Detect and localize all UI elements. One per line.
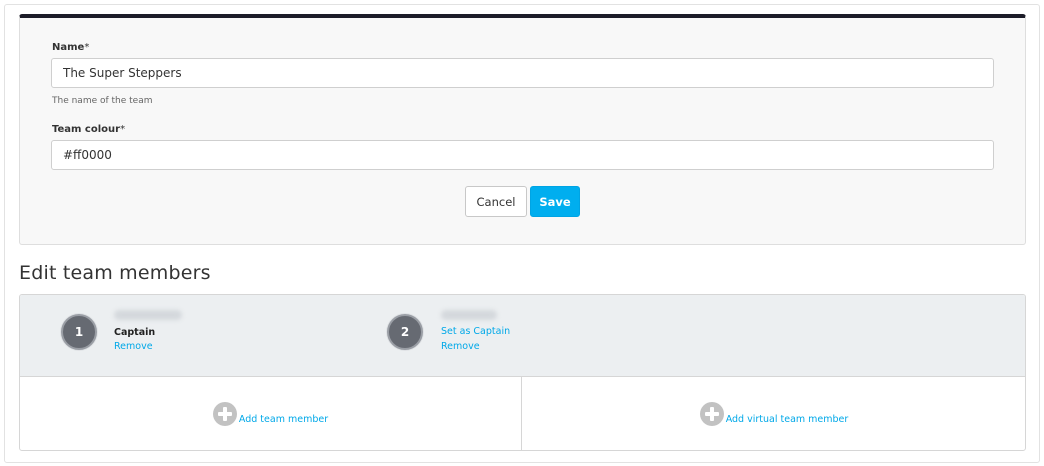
member-card: 2 Set as Captain Remove (387, 295, 687, 377)
member-card: 1 Captain Remove (61, 295, 361, 377)
cancel-button[interactable]: Cancel (465, 186, 527, 217)
member-number-badge: 1 (61, 314, 97, 350)
name-field-label: Name* (52, 42, 90, 53)
team-members-panel: 1 Captain Remove 2 Set as Captain Remove… (19, 294, 1026, 451)
member-name-redacted (441, 310, 497, 320)
section-title: Edit team members (19, 262, 211, 284)
remove-member-link[interactable]: Remove (114, 341, 153, 352)
add-team-member-label: Add team member (238, 414, 329, 425)
name-help-text: The name of the team (52, 96, 153, 106)
colour-field-label: Team colour* (52, 124, 126, 135)
add-team-member-button[interactable]: Add team member (212, 402, 329, 426)
member-name-redacted (114, 310, 182, 320)
add-virtual-member-cell: Add virtual team member (523, 377, 1025, 450)
set-as-captain-link[interactable]: Set as Captain (441, 326, 510, 337)
save-button[interactable]: Save (530, 186, 580, 217)
members-row: 1 Captain Remove 2 Set as Captain Remove (20, 295, 1025, 377)
plus-circle-icon (699, 402, 724, 426)
team-name-input[interactable] (51, 58, 994, 88)
add-virtual-team-member-label: Add virtual team member (725, 414, 849, 425)
add-virtual-team-member-button[interactable]: Add virtual team member (699, 402, 849, 426)
team-colour-input[interactable] (51, 140, 994, 170)
add-team-member-cell: Add team member (20, 377, 522, 450)
remove-member-link[interactable]: Remove (441, 341, 480, 352)
plus-circle-icon (212, 402, 237, 426)
team-edit-form: Name* The name of the team Team colour* … (19, 14, 1026, 245)
member-number-badge: 2 (387, 314, 423, 350)
captain-status: Captain (114, 327, 156, 338)
